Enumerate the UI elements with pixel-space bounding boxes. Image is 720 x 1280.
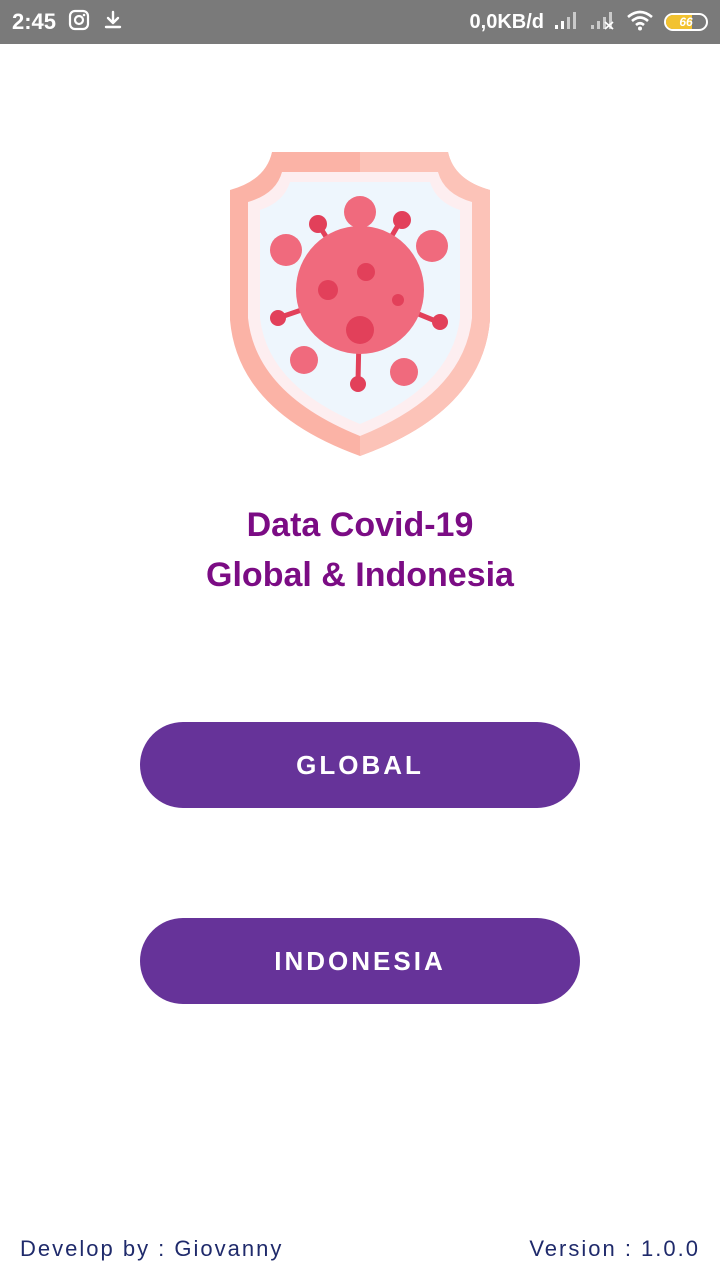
signal-icon (554, 10, 580, 35)
developer-credit: Develop by : Giovanny (20, 1236, 284, 1261)
app-title: Data Covid-19 Global & Indonesia (0, 500, 720, 600)
status-right: 0,0KB/d 66 (470, 9, 708, 36)
instagram-icon (68, 9, 90, 36)
wifi-icon (626, 9, 654, 36)
download-icon (102, 9, 124, 36)
network-speed: 0,0KB/d (469, 10, 544, 33)
status-left: 2:45 (12, 9, 124, 36)
app-version: Version : 1.0.0 (529, 1236, 700, 1261)
indonesia-button[interactable]: INDONESIA (140, 918, 580, 1004)
global-button[interactable]: GLOBAL (140, 722, 580, 808)
status-time: 2:45 (12, 9, 57, 34)
battery-level: 66 (679, 15, 693, 29)
app-title-line2: Global & Indonesia (206, 556, 514, 594)
status-bar: 2:45 0,0KB/d 66 (0, 0, 720, 44)
battery-icon: 66 (664, 13, 708, 31)
signal-off-icon (590, 10, 616, 35)
app-title-line1: Data Covid-19 (246, 506, 474, 544)
virus-shield-icon (228, 150, 492, 458)
